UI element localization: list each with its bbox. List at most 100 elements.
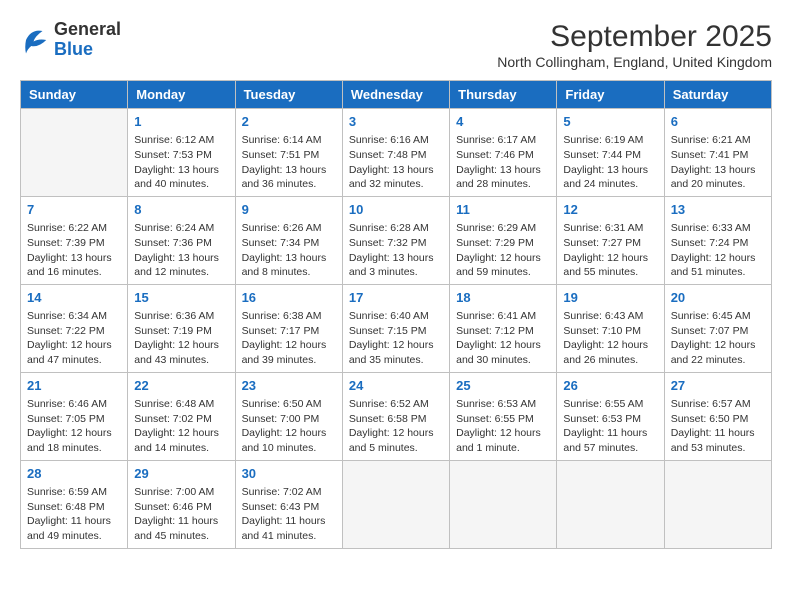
sunrise-text: Sunrise: 6:34 AM [27,310,107,322]
day-number: 10 [349,201,443,219]
sunset-text: Sunset: 7:34 PM [242,237,320,249]
daylight-text: Daylight: 13 hours and 3 minutes. [349,252,434,279]
daylight-text: Daylight: 12 hours and 55 minutes. [563,252,648,279]
day-number: 14 [27,289,121,307]
sunrise-text: Sunrise: 6:38 AM [242,310,322,322]
sunrise-text: Sunrise: 6:31 AM [563,222,643,234]
sunset-text: Sunset: 7:27 PM [563,237,641,249]
day-number: 17 [349,289,443,307]
day-number: 25 [456,377,550,395]
sunset-text: Sunset: 7:46 PM [456,149,534,161]
sunset-text: Sunset: 7:05 PM [27,413,105,425]
calendar-cell: 8 Sunrise: 6:24 AM Sunset: 7:36 PM Dayli… [128,196,235,284]
day-number: 13 [671,201,765,219]
sunrise-text: Sunrise: 6:33 AM [671,222,751,234]
page-title: September 2025 [497,20,772,54]
calendar-cell: 25 Sunrise: 6:53 AM Sunset: 6:55 PM Dayl… [450,372,557,460]
sunset-text: Sunset: 7:53 PM [134,149,212,161]
daylight-text: Daylight: 12 hours and 30 minutes. [456,339,541,366]
day-number: 19 [563,289,657,307]
daylight-text: Daylight: 13 hours and 28 minutes. [456,164,541,191]
sunrise-text: Sunrise: 6:55 AM [563,398,643,410]
calendar-cell: 11 Sunrise: 6:29 AM Sunset: 7:29 PM Dayl… [450,196,557,284]
sunrise-text: Sunrise: 6:19 AM [563,134,643,146]
sunrise-text: Sunrise: 6:46 AM [27,398,107,410]
sunrise-text: Sunrise: 6:36 AM [134,310,214,322]
sunset-text: Sunset: 7:10 PM [563,325,641,337]
daylight-text: Daylight: 12 hours and 10 minutes. [242,427,327,454]
calendar-cell [664,460,771,548]
sunset-text: Sunset: 7:07 PM [671,325,749,337]
sunset-text: Sunset: 7:19 PM [134,325,212,337]
sunrise-text: Sunrise: 6:12 AM [134,134,214,146]
daylight-text: Daylight: 13 hours and 40 minutes. [134,164,219,191]
logo-icon [20,25,50,55]
logo: General Blue [20,20,121,60]
calendar-cell: 13 Sunrise: 6:33 AM Sunset: 7:24 PM Dayl… [664,196,771,284]
calendar-cell: 4 Sunrise: 6:17 AM Sunset: 7:46 PM Dayli… [450,109,557,197]
sunrise-text: Sunrise: 6:59 AM [27,486,107,498]
sunset-text: Sunset: 7:00 PM [242,413,320,425]
daylight-text: Daylight: 13 hours and 24 minutes. [563,164,648,191]
sunrise-text: Sunrise: 6:26 AM [242,222,322,234]
calendar-cell: 29 Sunrise: 7:00 AM Sunset: 6:46 PM Dayl… [128,460,235,548]
calendar-cell: 26 Sunrise: 6:55 AM Sunset: 6:53 PM Dayl… [557,372,664,460]
sunset-text: Sunset: 7:22 PM [27,325,105,337]
sunrise-text: Sunrise: 6:57 AM [671,398,751,410]
daylight-text: Daylight: 12 hours and 18 minutes. [27,427,112,454]
day-number: 22 [134,377,228,395]
calendar-cell: 1 Sunrise: 6:12 AM Sunset: 7:53 PM Dayli… [128,109,235,197]
calendar-cell: 20 Sunrise: 6:45 AM Sunset: 7:07 PM Dayl… [664,284,771,372]
calendar-cell [450,460,557,548]
calendar-week-row: 21 Sunrise: 6:46 AM Sunset: 7:05 PM Dayl… [21,372,772,460]
title-block: September 2025 North Collingham, England… [497,20,772,70]
sunset-text: Sunset: 6:58 PM [349,413,427,425]
logo-text: General Blue [54,20,121,60]
sunset-text: Sunset: 7:29 PM [456,237,534,249]
day-number: 24 [349,377,443,395]
calendar-cell [557,460,664,548]
day-number: 12 [563,201,657,219]
daylight-text: Daylight: 11 hours and 41 minutes. [242,515,326,542]
header-sunday: Sunday [21,81,128,109]
sunset-text: Sunset: 6:46 PM [134,501,212,513]
day-number: 16 [242,289,336,307]
day-number: 7 [27,201,121,219]
day-number: 20 [671,289,765,307]
daylight-text: Daylight: 13 hours and 20 minutes. [671,164,756,191]
calendar-cell: 3 Sunrise: 6:16 AM Sunset: 7:48 PM Dayli… [342,109,449,197]
daylight-text: Daylight: 12 hours and 1 minute. [456,427,541,454]
daylight-text: Daylight: 11 hours and 53 minutes. [671,427,755,454]
day-number: 3 [349,113,443,131]
day-number: 11 [456,201,550,219]
page-header: General Blue September 2025 North Collin… [20,20,772,70]
calendar-cell: 6 Sunrise: 6:21 AM Sunset: 7:41 PM Dayli… [664,109,771,197]
calendar-week-row: 14 Sunrise: 6:34 AM Sunset: 7:22 PM Dayl… [21,284,772,372]
daylight-text: Daylight: 13 hours and 36 minutes. [242,164,327,191]
daylight-text: Daylight: 12 hours and 51 minutes. [671,252,756,279]
day-number: 26 [563,377,657,395]
sunset-text: Sunset: 6:53 PM [563,413,641,425]
sunset-text: Sunset: 7:39 PM [27,237,105,249]
calendar-cell: 9 Sunrise: 6:26 AM Sunset: 7:34 PM Dayli… [235,196,342,284]
day-number: 6 [671,113,765,131]
daylight-text: Daylight: 13 hours and 32 minutes. [349,164,434,191]
calendar-cell: 12 Sunrise: 6:31 AM Sunset: 7:27 PM Dayl… [557,196,664,284]
sunset-text: Sunset: 7:15 PM [349,325,427,337]
sunrise-text: Sunrise: 6:53 AM [456,398,536,410]
calendar-cell: 16 Sunrise: 6:38 AM Sunset: 7:17 PM Dayl… [235,284,342,372]
daylight-text: Daylight: 12 hours and 39 minutes. [242,339,327,366]
daylight-text: Daylight: 11 hours and 49 minutes. [27,515,111,542]
sunrise-text: Sunrise: 6:41 AM [456,310,536,322]
sunset-text: Sunset: 7:44 PM [563,149,641,161]
daylight-text: Daylight: 12 hours and 26 minutes. [563,339,648,366]
calendar-cell: 19 Sunrise: 6:43 AM Sunset: 7:10 PM Dayl… [557,284,664,372]
calendar-cell: 22 Sunrise: 6:48 AM Sunset: 7:02 PM Dayl… [128,372,235,460]
calendar-cell: 14 Sunrise: 6:34 AM Sunset: 7:22 PM Dayl… [21,284,128,372]
header-tuesday: Tuesday [235,81,342,109]
daylight-text: Daylight: 12 hours and 5 minutes. [349,427,434,454]
header-thursday: Thursday [450,81,557,109]
sunrise-text: Sunrise: 6:45 AM [671,310,751,322]
daylight-text: Daylight: 13 hours and 12 minutes. [134,252,219,279]
sunset-text: Sunset: 7:48 PM [349,149,427,161]
